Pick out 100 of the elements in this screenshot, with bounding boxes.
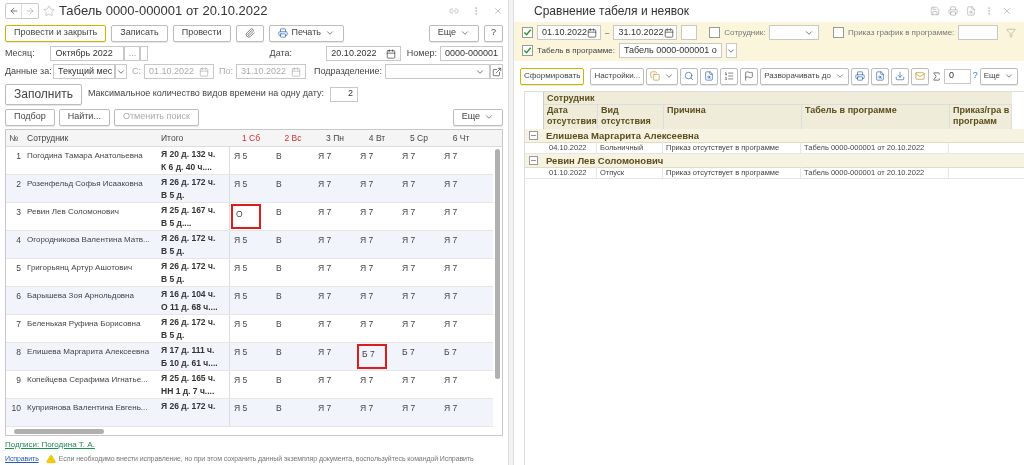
warning-icon <box>45 454 56 465</box>
department-field[interactable] <box>385 64 490 79</box>
post-button[interactable]: Провести <box>172 24 231 42</box>
employee-name: Григорьянц Артур Ашотович <box>27 263 133 272</box>
day-cell-text: Я 7 <box>359 318 375 331</box>
order-field[interactable] <box>958 25 998 40</box>
day-cell-text: Я 5 <box>233 234 249 247</box>
department-label: Подразделение: <box>314 64 383 78</box>
day-cell-text: В <box>275 290 283 303</box>
copy-icon <box>650 71 661 81</box>
calendar-icon <box>291 66 301 77</box>
search-button[interactable] <box>680 67 699 85</box>
fill-button[interactable]: Заполнить <box>5 83 82 105</box>
day-cell: Б 7 <box>357 344 387 369</box>
day-cell-text: Я 7 <box>443 206 459 219</box>
settings-button[interactable]: Настройки... <box>590 67 645 85</box>
day-cell-text: Я 5 <box>233 402 249 415</box>
total-cell-text: В 5 д.... <box>161 217 193 229</box>
max-types-field[interactable]: 2 <box>329 86 358 102</box>
timesheet-field[interactable]: Табель 0000-000001 о <box>618 43 722 58</box>
row-number: 2 <box>15 178 22 191</box>
day-cell-text: В <box>275 234 283 247</box>
open-button[interactable] <box>490 64 503 79</box>
help-button[interactable]: ? <box>484 24 503 42</box>
pick-button[interactable]: Подбор <box>5 108 55 126</box>
timesheet-dropdown[interactable] <box>725 43 737 58</box>
collapse-toggle[interactable] <box>529 156 538 165</box>
day-column-header: 6 Чт <box>451 131 471 145</box>
generate-button[interactable]: Сформировать <box>520 67 585 85</box>
calendar-icon <box>385 48 396 59</box>
order-checkbox[interactable] <box>832 27 844 38</box>
expand-button[interactable]: Разворачивать до <box>760 67 849 85</box>
day-cell-text: Я 7 <box>401 402 417 415</box>
day-cell-text: В <box>275 178 283 191</box>
save-button[interactable]: Записать <box>111 24 168 42</box>
data-for-dropdown[interactable] <box>115 64 127 79</box>
day-column-header: 2 Вс <box>283 131 303 145</box>
print-button[interactable] <box>850 67 869 85</box>
day-cell-text: В <box>275 318 283 331</box>
more-button[interactable]: Еще <box>452 108 503 126</box>
variants-button[interactable] <box>646 67 679 85</box>
vertical-scrollbar[interactable] <box>495 149 500 379</box>
month-spinner[interactable] <box>139 46 149 61</box>
more-button[interactable]: Еще <box>979 67 1018 85</box>
day-cell-text: Я 5 <box>233 178 249 191</box>
mail-button[interactable] <box>910 67 929 85</box>
day-cell-text: Я 5 <box>233 318 249 331</box>
period-to-field[interactable]: 31.10.2022 <box>613 25 678 40</box>
period-from-field[interactable]: 01.10.2022 <box>537 25 601 40</box>
day-cell-text: Я 7 <box>443 262 459 275</box>
download-icon <box>894 71 905 81</box>
day-cell-text: Я 7 <box>401 374 417 387</box>
number-field[interactable]: 0000-000001 <box>439 46 503 61</box>
month-field[interactable]: Октябрь 2022 <box>50 46 124 61</box>
employee-name: Погодина Тамара Анатольевна <box>27 151 143 160</box>
attach-button[interactable] <box>235 24 264 42</box>
list-icon <box>724 71 735 81</box>
signatures-link[interactable]: Подписи: Погодина Т. А. <box>5 439 503 451</box>
employee-name: Барышева Зоя Арнольдовна <box>27 291 134 300</box>
employee-field[interactable] <box>769 25 819 40</box>
horizontal-scrollbar[interactable] <box>14 428 104 434</box>
sum-help[interactable]: ? <box>972 69 978 83</box>
day-cell-text: Я 7 <box>317 290 333 303</box>
day-column-header: 5 Ср <box>409 131 429 145</box>
timesheet-label: Табель в программе: <box>537 44 615 57</box>
timesheet-checkbox[interactable] <box>522 45 533 56</box>
flag-icon <box>744 71 755 81</box>
employee-checkbox[interactable] <box>709 27 721 38</box>
total-cell-text: Б 10 д. 61 ч.... <box>161 357 219 369</box>
data-for-label: Данные за: <box>5 64 53 78</box>
minus-icon <box>530 132 537 139</box>
search-settings-button[interactable] <box>700 67 719 85</box>
date-field[interactable]: 20.10.2022 <box>326 46 401 61</box>
day-cell-text: Я 7 <box>401 150 417 163</box>
day-cell-text: В <box>275 262 283 275</box>
day-cell-text: В <box>275 402 283 415</box>
total-cell-text: В 5 д. <box>161 329 186 341</box>
day-cell-text: Я 7 <box>317 150 333 163</box>
period-picker-button[interactable] <box>681 25 698 40</box>
collapse-toggle[interactable] <box>529 131 538 140</box>
row-number: 7 <box>15 318 22 331</box>
day-cell-text: Я 7 <box>401 290 417 303</box>
find-button[interactable]: Найти... <box>58 108 110 126</box>
print-button[interactable]: Печать <box>268 24 344 42</box>
day-cell-text: Я 7 <box>317 262 333 275</box>
post-and-close-button[interactable]: Провести и закрыть <box>5 24 107 42</box>
calendar-icon <box>663 27 674 38</box>
preview-button[interactable] <box>870 67 889 85</box>
download-button[interactable] <box>890 67 909 85</box>
more-button[interactable]: Еще <box>428 24 479 42</box>
flag-button[interactable] <box>740 67 759 85</box>
month-label: Месяц: <box>5 46 36 60</box>
row-number: 1 <box>15 150 22 163</box>
sum-field[interactable]: 0 <box>943 68 971 84</box>
caret-icon <box>325 28 335 38</box>
sort-button[interactable] <box>720 67 739 85</box>
period-checkbox[interactable] <box>522 27 533 38</box>
day-cell-text: Я 7 <box>317 346 333 359</box>
data-for-field[interactable]: Текущий мес <box>53 64 115 79</box>
day-cell-text: Я 7 <box>359 402 375 415</box>
